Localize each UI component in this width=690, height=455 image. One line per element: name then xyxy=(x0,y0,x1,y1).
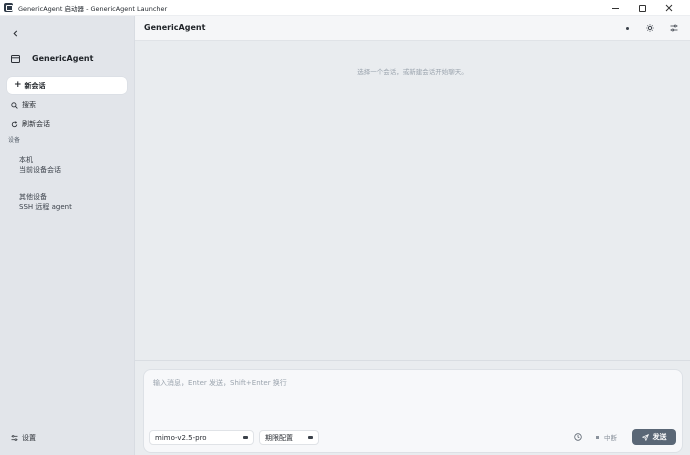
stop-icon xyxy=(596,435,599,439)
sidebar: GenericAgent + 新会话 搜索 刷新会话 设备 本机 当前设备会话 … xyxy=(0,16,135,455)
search-button[interactable]: 搜索 xyxy=(11,99,36,111)
refresh-label: 刷新会话 xyxy=(22,120,50,128)
refresh-icon xyxy=(11,120,18,127)
devices-section-label: 设备 xyxy=(8,137,21,144)
empty-state-message: 选择一个会话，或新建会话开始聊天。 xyxy=(357,68,468,76)
settings-icon xyxy=(11,435,18,441)
settings-button[interactable]: 设置 xyxy=(11,433,36,443)
stop-button[interactable]: 中断 xyxy=(596,431,617,443)
device-item-local[interactable]: 本机 当前设备会话 xyxy=(19,156,61,175)
message-input[interactable]: 输入消息，Enter 发送，Shift+Enter 换行 xyxy=(153,378,673,388)
sliders-icon xyxy=(670,24,678,32)
composer: 输入消息，Enter 发送，Shift+Enter 换行 mimo-v2.5-p… xyxy=(135,360,690,455)
model-select[interactable]: mimo-v2.5-pro xyxy=(149,430,254,445)
sun-icon xyxy=(646,24,654,32)
close-icon xyxy=(665,4,673,12)
maximize-icon xyxy=(638,4,646,12)
refresh-button[interactable]: 刷新会话 xyxy=(11,118,50,130)
config-select-value: 期限配置 xyxy=(265,433,293,442)
model-select-value: mimo-v2.5-pro xyxy=(155,433,207,442)
page-title: GenericAgent xyxy=(144,23,206,32)
new-chat-label: 新会话 xyxy=(24,81,46,90)
send-label: 发送 xyxy=(652,433,667,441)
history-button[interactable] xyxy=(572,431,584,443)
send-button[interactable]: 发送 xyxy=(632,429,676,445)
brand: GenericAgent xyxy=(9,52,93,65)
device-desc: SSH 远程 agent xyxy=(19,202,72,211)
status-dot-button[interactable] xyxy=(621,22,633,34)
filters-button[interactable] xyxy=(668,22,680,34)
back-button[interactable] xyxy=(9,27,21,39)
config-select[interactable]: 期限配置 xyxy=(259,430,319,445)
search-label: 搜索 xyxy=(22,101,36,109)
device-item-other[interactable]: 其他设备 SSH 远程 agent xyxy=(19,193,72,212)
maximize-button[interactable] xyxy=(629,0,655,16)
main-header: GenericAgent xyxy=(135,16,690,41)
app-icon xyxy=(4,3,13,12)
settings-label: 设置 xyxy=(22,434,36,442)
brand-name: GenericAgent xyxy=(32,54,94,63)
chevron-down-icon xyxy=(308,436,313,439)
window-title: GenericAgent 启动器 - GenericAgent Launcher xyxy=(18,4,168,13)
minimize-icon xyxy=(611,7,619,9)
clock-icon xyxy=(574,433,582,441)
main-panel: GenericAgent 选择一个会话，或新建会话开始聊天。 输入消息，Ente… xyxy=(135,16,690,455)
close-button[interactable] xyxy=(656,0,682,16)
window-icon xyxy=(9,52,22,65)
search-icon xyxy=(11,101,18,109)
chevron-left-icon xyxy=(12,30,17,36)
status-dot-icon xyxy=(625,26,629,30)
device-desc: 当前设备会话 xyxy=(19,165,61,174)
composer-box: 输入消息，Enter 发送，Shift+Enter 换行 mimo-v2.5-p… xyxy=(143,369,683,453)
theme-button[interactable] xyxy=(644,22,656,34)
plus-icon: + xyxy=(14,80,22,90)
paper-plane-icon xyxy=(641,433,649,441)
chevron-down-icon xyxy=(243,436,248,439)
device-name: 其他设备 xyxy=(19,193,47,201)
window-titlebar: GenericAgent 启动器 - GenericAgent Launcher xyxy=(0,0,690,16)
minimize-button[interactable] xyxy=(602,0,628,16)
stop-label: 中断 xyxy=(604,434,617,442)
device-name: 本机 xyxy=(19,156,33,164)
new-chat-button[interactable]: + 新会话 xyxy=(7,77,127,94)
